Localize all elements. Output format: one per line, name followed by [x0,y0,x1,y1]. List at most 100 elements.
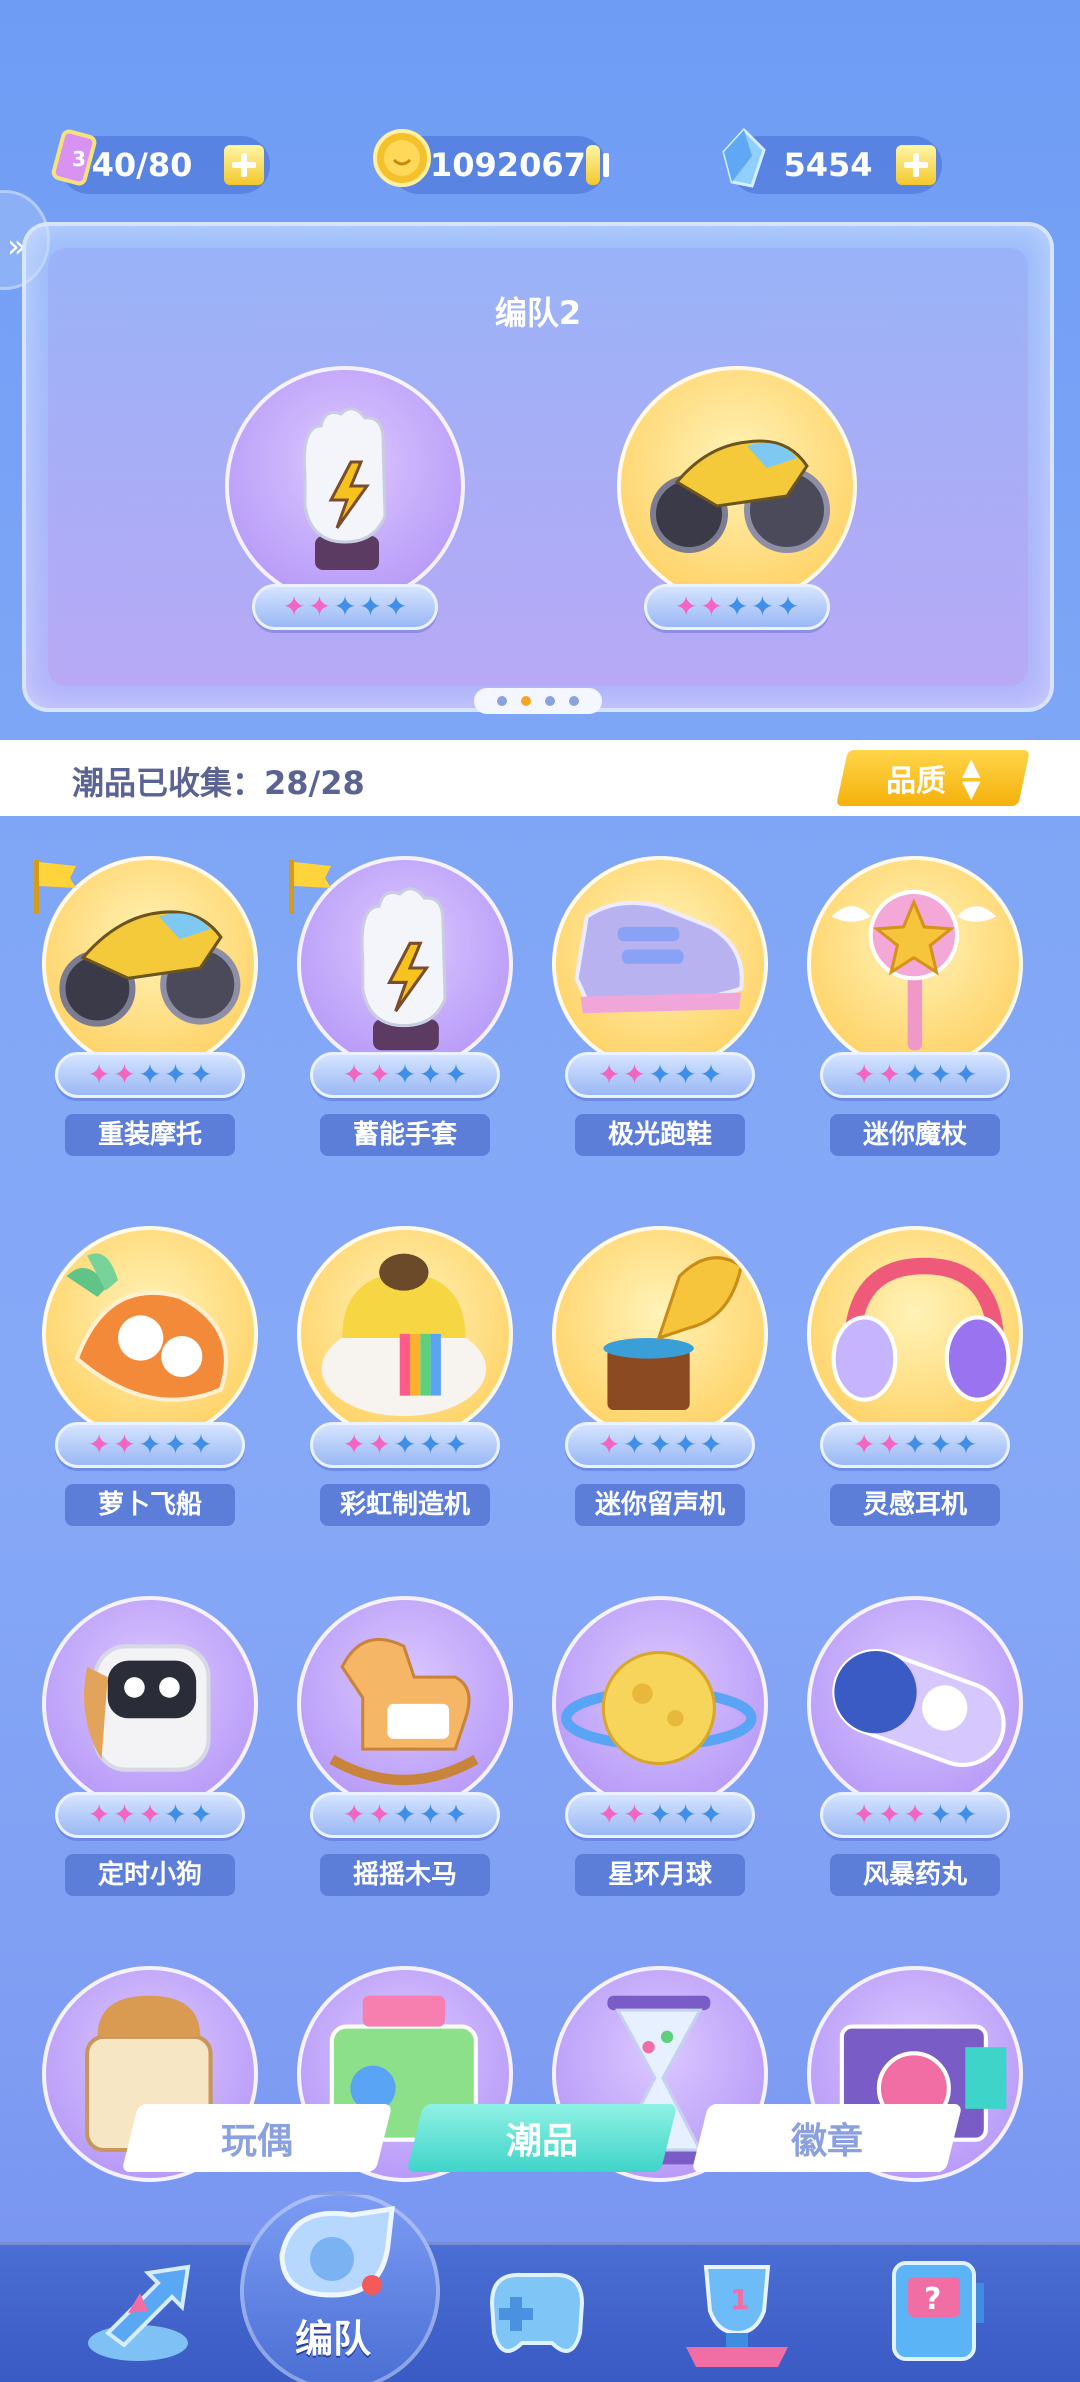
star-empty-icon: ✦ [418,1798,443,1831]
star-filled-icon: ✦ [342,1058,366,1091]
item-card[interactable]: ✦ ✦ ✦ ✦ ✦ 定时小狗 [30,1596,270,1916]
item-card[interactable]: ✦ ✦ ✦ ✦ ✦ 极光跑鞋 [540,856,780,1176]
pill-icon [832,1648,1006,1768]
star-empty-icon: ✦ [699,1798,723,1831]
item-name: 星环月球 [575,1854,745,1896]
star-empty-icon: ✦ [954,1798,978,1831]
item-circle [807,856,1023,1072]
nav-team[interactable] [262,2185,402,2305]
collection-count: 潮品已收集：28/28 [72,764,365,802]
star-empty-icon: ✦ [163,1058,188,1091]
star-empty-icon: ✦ [444,1798,468,1831]
tab-dolls[interactable]: 玩偶 [121,2104,393,2172]
flag-icon [289,860,331,914]
tab-trendy[interactable]: 潮品 [406,2104,678,2172]
svg-text:3: 3 [72,147,86,171]
item-card[interactable]: ✦ ✦ ✦ ✦ ✦ 摇摇木马 [285,1596,525,1916]
item-card[interactable]: ✦ ✦ ✦ ✦ ✦ 风暴药丸 [795,1596,1035,1916]
star-empty-icon: ✦ [333,590,357,623]
nav-trophy[interactable]: 1 [672,2253,812,2373]
add-coin-button[interactable] [585,145,610,185]
slot-2-stars: ✦ ✦ ✦ ✦ ✦ [644,584,830,630]
item-name: 彩虹制造机 [320,1484,490,1526]
item-card[interactable]: ✦ ✦ ✦ ✦ ✦ 星环月球 [540,1596,780,1916]
star-empty-icon: ✦ [648,1428,672,1461]
add-gem-button[interactable] [896,145,936,185]
star-empty-icon: ✦ [673,1798,698,1831]
star-filled-icon: ✦ [367,1058,392,1091]
headphones-icon [831,1257,1011,1402]
star-filled-icon: ✦ [622,1058,647,1091]
team-slot-1[interactable]: ✦ ✦ ✦ ✦ ✦ [220,366,470,630]
item-card[interactable]: ✦ ✦ ✦ ✦ ✦ 彩虹制造机 [285,1226,525,1546]
item-name: 重装摩托 [65,1114,235,1156]
nav-gamepad[interactable] [472,2253,612,2373]
star-filled-icon: ✦ [342,1798,366,1831]
item-circle [42,1596,258,1812]
tab-dolls-label: 玩偶 [220,2121,293,2162]
item-name: 风暴药丸 [830,1854,1000,1896]
star-filled-icon: ✦ [87,1058,111,1091]
item-name: 定时小狗 [65,1854,235,1896]
star-filled-icon: ✦ [342,1428,366,1461]
item-name: 萝卜飞船 [65,1484,235,1526]
item-card[interactable]: ✦ ✦ ✦ ✦ ✦ 灵感耳机 [795,1226,1035,1546]
star-filled-icon: ✦ [699,590,724,623]
nav-slot-machine[interactable]: ? [872,2253,1012,2373]
item-stars: ✦ ✦ ✦ ✦ ✦ [565,1422,755,1468]
sneaker-icon [574,900,744,1014]
team-slot-2[interactable]: ✦ ✦ ✦ ✦ ✦ [612,366,862,630]
glove-icon [302,407,387,570]
star-filled-icon: ✦ [852,1798,876,1831]
whistle-icon [279,2206,395,2298]
star-filled-icon: ✦ [87,1798,111,1831]
tab-trendy-label: 潮品 [505,2121,578,2162]
item-card[interactable]: ✦ ✦ ✦ ✦ ✦ 迷你留声机 [540,1226,780,1546]
star-empty-icon: ✦ [189,1428,213,1461]
item-name: 蓄能手套 [320,1114,490,1156]
item-card[interactable]: ✦ ✦ ✦ ✦ ✦ 蓄能手套 [285,856,525,1176]
star-filled-icon: ✦ [112,1798,137,1831]
wand-icon [831,889,997,1051]
ticket-icon: 3 [51,129,97,186]
team-panel-inner: 编队2 ✦ ✦ ✦ ✦ ✦ ✦ ✦ ✦ ✦ ✦ [48,248,1028,686]
star-filled-icon: ✦ [674,590,698,623]
nav-team-label: 编队 [295,2317,372,2361]
arrow-icon [88,2264,191,2361]
item-name: 极光跑鞋 [575,1114,745,1156]
star-empty-icon: ✦ [903,1058,927,1091]
sort-quality-button[interactable]: 品质 ▲ ▼ [836,750,1030,806]
star-empty-icon: ✦ [189,1058,213,1091]
item-card[interactable]: ✦ ✦ ✦ ✦ ✦ 萝卜飞船 [30,1226,270,1546]
star-empty-icon: ✦ [138,1058,162,1091]
star-empty-icon: ✦ [393,1798,417,1831]
star-empty-icon: ✦ [418,1428,443,1461]
star-empty-icon: ✦ [725,590,749,623]
item-card[interactable]: ✦ ✦ ✦ ✦ ✦ 迷你魔杖 [795,856,1035,1176]
category-tabs: 玩偶 潮品 徽章 [120,2104,963,2172]
item-name: 灵感耳机 [830,1484,1000,1526]
page-dot [497,696,507,706]
team-panel: 编队2 ✦ ✦ ✦ ✦ ✦ ✦ ✦ ✦ ✦ ✦ [22,222,1054,714]
star-empty-icon: ✦ [699,1058,723,1091]
item-stars: ✦ ✦ ✦ ✦ ✦ [55,1052,245,1098]
team-page-indicator[interactable] [474,688,602,714]
item-circle [297,1226,513,1442]
collection-bar: 潮品已收集：28/28 品质 ▲ ▼ [0,740,1080,816]
star-filled-icon: ✦ [622,1798,647,1831]
nav-arrow[interactable] [78,2253,218,2373]
tab-badges[interactable]: 徽章 [691,2104,963,2172]
page-dot [569,696,579,706]
item-name: 迷你魔杖 [830,1114,1000,1156]
page-dot [521,696,531,706]
item-stars: ✦ ✦ ✦ ✦ ✦ [820,1052,1010,1098]
star-empty-icon: ✦ [903,1428,927,1461]
item-card[interactable]: ✦ ✦ ✦ ✦ ✦ 重装摩托 [30,856,270,1176]
star-empty-icon: ✦ [928,1428,953,1461]
star-empty-icon: ✦ [928,1058,953,1091]
star-empty-icon: ✦ [384,590,408,623]
item-grid: ✦ ✦ ✦ ✦ ✦ 重装摩托 ✦ ✦ ✦ ✦ ✦ 蓄能手套 ✦ ✦ ✦ ✦ ✦ 极光跑鞋 ✦ ✦ ✦ ✦ ✦ 迷你魔杖 ✦ ✦ ✦ ✦… [30,856,1050,2196]
add-stamina-button[interactable] [224,145,264,185]
item-circle [552,856,768,1072]
star-filled-icon: ✦ [367,1798,392,1831]
